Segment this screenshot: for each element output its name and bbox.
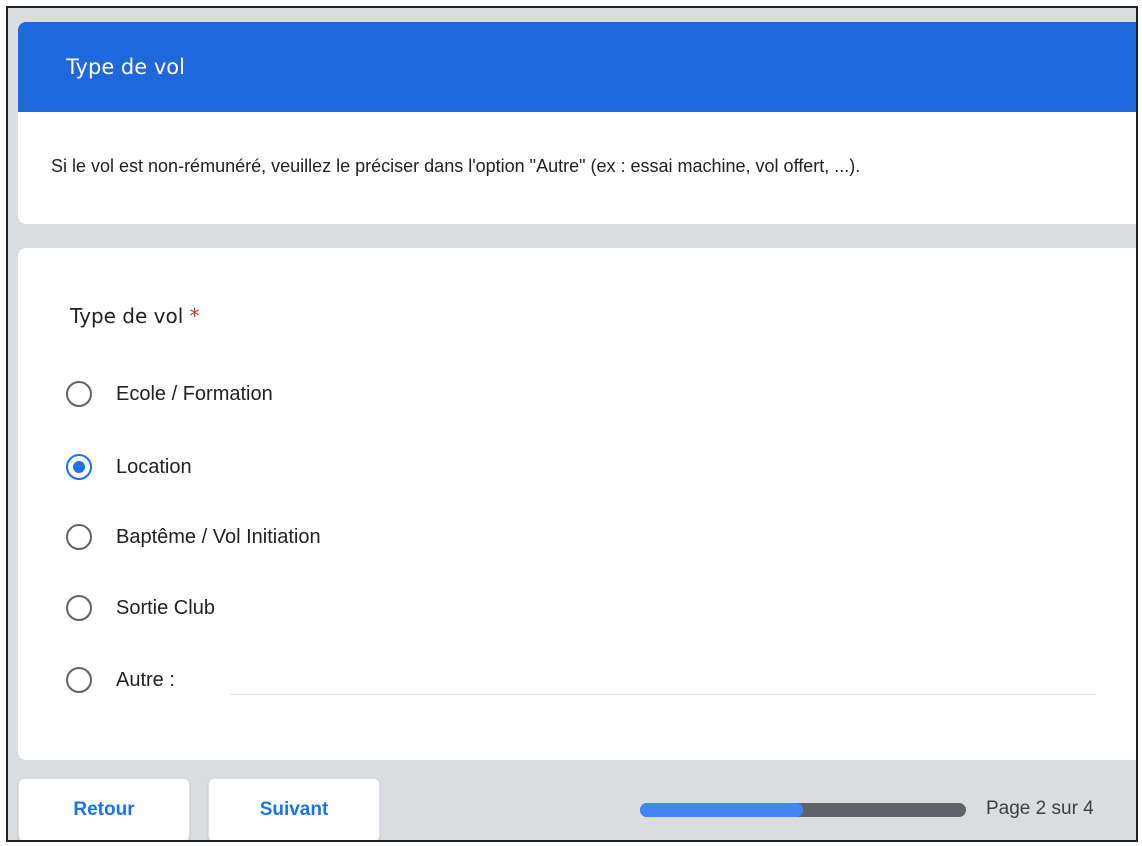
required-marker: * <box>189 304 200 328</box>
option-label: Sortie Club <box>116 596 215 619</box>
option-autre[interactable]: Autre : <box>66 662 175 698</box>
page-indicator: Page 2 sur 4 <box>986 798 1094 819</box>
progress-bar <box>640 803 966 817</box>
option-ecole-formation[interactable]: Ecole / Formation <box>66 376 273 412</box>
option-label: Ecole / Formation <box>116 382 273 405</box>
option-bapteme-vol-initiation[interactable]: Baptême / Vol Initiation <box>66 519 321 555</box>
radio-button[interactable] <box>66 595 92 621</box>
option-label: Baptême / Vol Initiation <box>116 525 321 548</box>
option-location[interactable]: Location <box>66 449 192 485</box>
radio-button[interactable] <box>66 454 92 480</box>
section-description: Si le vol est non-rémunéré, veuillez le … <box>51 156 861 176</box>
radio-button[interactable] <box>66 667 92 693</box>
other-text-input[interactable] <box>230 658 1096 695</box>
radio-button[interactable] <box>66 381 92 407</box>
form-frame: Type de vol Si le vol est non-rémunéré, … <box>6 6 1138 842</box>
radio-button[interactable] <box>66 524 92 550</box>
option-label: Autre : <box>116 668 175 691</box>
question-card: Type de vol * Ecole / Formation Location… <box>18 248 1136 760</box>
progress-fill <box>640 803 803 817</box>
section-title: Type de vol <box>66 55 185 79</box>
back-button[interactable]: Retour <box>18 778 190 840</box>
section-header: Type de vol <box>18 22 1136 112</box>
question-title: Type de vol * <box>70 304 200 328</box>
option-label: Location <box>116 455 192 478</box>
question-title-text: Type de vol <box>70 304 184 328</box>
section-card: Type de vol Si le vol est non-rémunéré, … <box>18 22 1136 224</box>
option-sortie-club[interactable]: Sortie Club <box>66 590 215 626</box>
next-button[interactable]: Suivant <box>208 778 380 840</box>
